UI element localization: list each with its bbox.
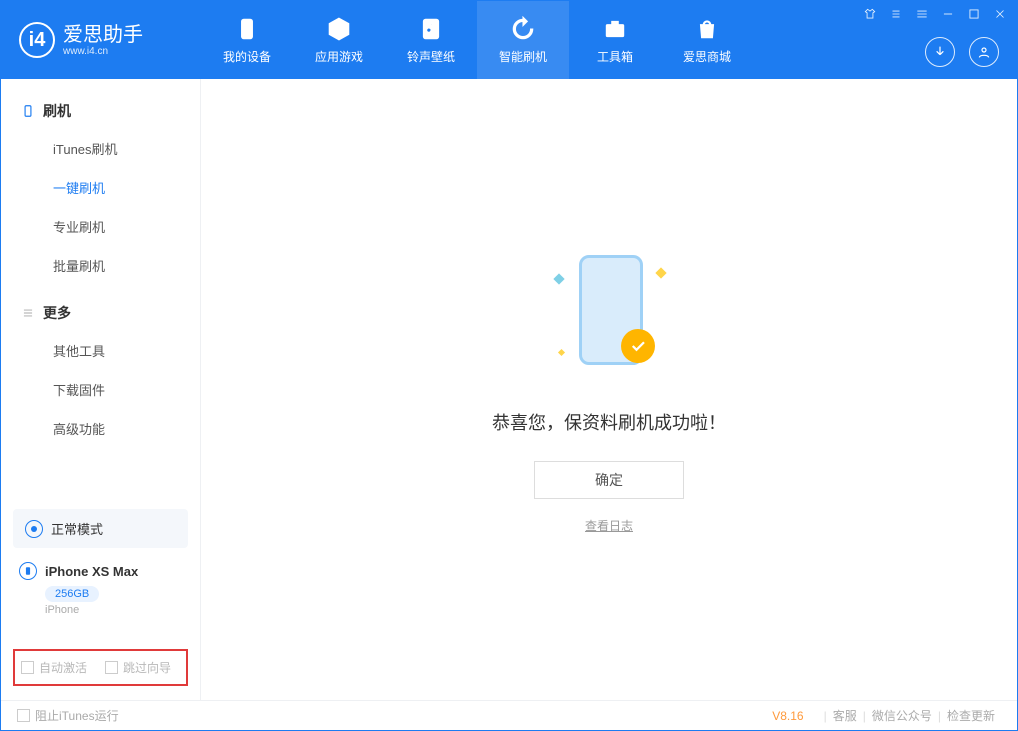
success-message: 恭喜您，保资料刷机成功啦！	[492, 409, 726, 435]
checkbox-skip-guide[interactable]: 跳过向导	[105, 659, 171, 676]
flash-options-highlighted: 自动激活 跳过向导	[13, 649, 188, 686]
sidebar-item-one-click-flash[interactable]: 一键刷机	[1, 168, 200, 207]
device-mode[interactable]: 正常模式	[13, 509, 188, 548]
refresh-shield-icon	[509, 15, 537, 43]
check-icon	[621, 329, 655, 363]
tab-my-device[interactable]: 我的设备	[201, 1, 293, 79]
sidebar-item-pro-flash[interactable]: 专业刷机	[1, 207, 200, 246]
minimize-icon[interactable]	[941, 7, 955, 21]
list-icon[interactable]	[889, 7, 903, 21]
footer-update-link[interactable]: 检查更新	[947, 707, 995, 724]
maximize-icon[interactable]	[967, 7, 981, 21]
window-controls	[863, 7, 1007, 21]
download-button[interactable]	[925, 37, 955, 67]
logo[interactable]: i4 爱思助手 www.i4.cn	[1, 1, 201, 79]
music-file-icon	[417, 15, 445, 43]
header-actions	[925, 37, 999, 67]
mode-dot-icon	[25, 520, 43, 538]
sidebar-item-itunes-flash[interactable]: iTunes刷机	[1, 129, 200, 168]
toolbox-icon	[601, 15, 629, 43]
view-log-link[interactable]: 查看日志	[585, 517, 633, 534]
nav-tabs: 我的设备 应用游戏 铃声壁纸 智能刷机 工具箱 爱思商城	[201, 1, 753, 79]
tab-store[interactable]: 爱思商城	[661, 1, 753, 79]
bag-icon	[693, 15, 721, 43]
tab-ringtones[interactable]: 铃声壁纸	[385, 1, 477, 79]
header: i4 爱思助手 www.i4.cn 我的设备 应用游戏 铃声壁纸 智能刷机 工具…	[1, 1, 1017, 79]
device-panel: 正常模式 iPhone XS Max 256GB iPhone	[13, 509, 188, 620]
checkbox-icon	[17, 709, 30, 722]
phone-small-icon	[19, 562, 37, 580]
brand-url: www.i4.cn	[63, 46, 143, 57]
checkbox-icon	[105, 661, 118, 674]
device-name: iPhone XS Max	[45, 564, 138, 579]
capacity-badge: 256GB	[45, 586, 99, 602]
menu-icon[interactable]	[915, 7, 929, 21]
sidebar: 刷机 iTunes刷机 一键刷机 专业刷机 批量刷机 更多 其他工具 下载固件 …	[1, 79, 201, 700]
sidebar-item-batch-flash[interactable]: 批量刷机	[1, 246, 200, 285]
device-info[interactable]: iPhone XS Max 256GB iPhone	[13, 558, 188, 620]
section-more: 更多	[1, 295, 200, 331]
tab-toolbox[interactable]: 工具箱	[569, 1, 661, 79]
device-icon	[233, 15, 261, 43]
shirt-icon[interactable]	[863, 7, 877, 21]
tab-app-games[interactable]: 应用游戏	[293, 1, 385, 79]
sidebar-item-advanced[interactable]: 高级功能	[1, 409, 200, 448]
footer: 阻止iTunes运行 V8.16 | 客服 | 微信公众号 | 检查更新	[1, 700, 1017, 730]
success-illustration	[549, 245, 669, 385]
version-label: V8.16	[772, 709, 803, 723]
sidebar-item-download-firmware[interactable]: 下载固件	[1, 370, 200, 409]
logo-icon: i4	[19, 22, 55, 58]
list-icon	[21, 306, 35, 320]
checkbox-icon	[21, 661, 34, 674]
phone-icon	[21, 104, 35, 118]
checkbox-auto-activate[interactable]: 自动激活	[21, 659, 87, 676]
user-button[interactable]	[969, 37, 999, 67]
section-flash: 刷机	[1, 93, 200, 129]
footer-wechat-link[interactable]: 微信公众号	[872, 707, 932, 724]
sidebar-item-other-tools[interactable]: 其他工具	[1, 331, 200, 370]
checkbox-block-itunes[interactable]: 阻止iTunes运行	[17, 707, 119, 724]
ok-button[interactable]: 确定	[534, 461, 684, 499]
main-content: 恭喜您，保资料刷机成功啦！ 确定 查看日志	[201, 79, 1017, 700]
tab-smart-flash[interactable]: 智能刷机	[477, 1, 569, 79]
device-type: iPhone	[45, 604, 182, 616]
cube-icon	[325, 15, 353, 43]
footer-support-link[interactable]: 客服	[833, 707, 857, 724]
close-icon[interactable]	[993, 7, 1007, 21]
brand-name: 爱思助手	[63, 24, 143, 46]
